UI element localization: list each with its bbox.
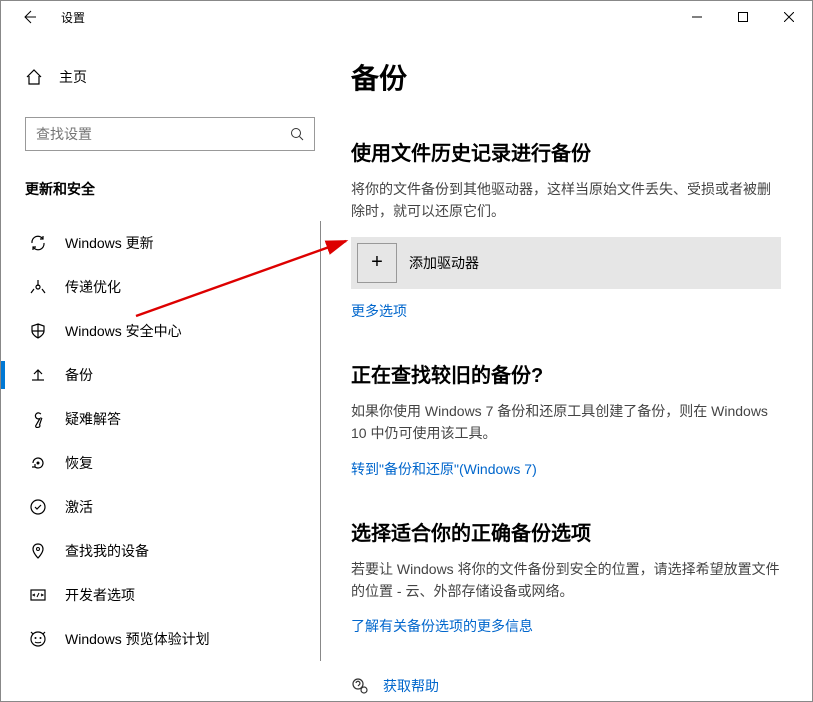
sidebar-item-label: 疑难解答	[65, 409, 121, 429]
sidebar-item-label: 开发者选项	[65, 585, 135, 605]
more-options-link[interactable]: 更多选项	[351, 301, 407, 321]
section-desc: 若要让 Windows 将你的文件备份到安全的位置，请选择希望放置文件的位置 -…	[351, 558, 782, 603]
sidebar-item-find-my-device[interactable]: 查找我的设备	[25, 529, 321, 573]
recovery-icon	[29, 454, 47, 472]
section-heading-older-backup: 正在查找较旧的备份?	[351, 359, 782, 388]
sidebar: 主页 更新和安全 Windows 更新	[1, 33, 321, 701]
sidebar-item-windows-security[interactable]: Windows 安全中心	[25, 309, 321, 353]
home-label: 主页	[59, 67, 87, 87]
sidebar-item-developer-options[interactable]: 开发者选项	[25, 573, 321, 617]
sidebar-item-label: 传递优化	[65, 277, 121, 297]
activation-icon	[29, 498, 47, 516]
window-title: 设置	[61, 9, 85, 26]
plus-icon: +	[357, 243, 397, 283]
sidebar-item-troubleshoot[interactable]: 疑难解答	[25, 397, 321, 441]
add-drive-button[interactable]: + 添加驱动器	[351, 237, 781, 289]
backup-restore-link[interactable]: 转到"备份和还原"(Windows 7)	[351, 459, 537, 479]
section-heading-backup-options: 选择适合你的正确备份选项	[351, 517, 782, 546]
developer-icon	[29, 586, 47, 604]
back-button[interactable]	[9, 1, 49, 33]
sidebar-item-label: 激活	[65, 497, 93, 517]
insider-icon	[29, 630, 47, 648]
learn-more-link[interactable]: 了解有关备份选项的更多信息	[351, 616, 533, 636]
sidebar-item-recovery[interactable]: 恢复	[25, 441, 321, 485]
sidebar-item-label: Windows 更新	[65, 233, 154, 253]
section-desc: 如果你使用 Windows 7 备份和还原工具创建了备份，则在 Windows …	[351, 400, 782, 445]
main-content: 备份 使用文件历史记录进行备份 将你的文件备份到其他驱动器，这样当原始文件丢失、…	[321, 33, 812, 701]
sidebar-item-label: 恢复	[65, 453, 93, 473]
home-icon	[25, 68, 43, 86]
sidebar-item-delivery-optimization[interactable]: 传递优化	[25, 265, 321, 309]
category-header: 更新和安全	[25, 179, 321, 199]
sidebar-item-label: Windows 安全中心	[65, 321, 182, 341]
sidebar-item-label: 查找我的设备	[65, 541, 149, 561]
sync-icon	[29, 234, 47, 252]
page-title: 备份	[351, 57, 782, 97]
sidebar-item-activation[interactable]: 激活	[25, 485, 321, 529]
maximize-button[interactable]	[720, 1, 766, 33]
help-icon	[351, 677, 369, 695]
delivery-icon	[29, 278, 47, 296]
shield-icon	[29, 322, 47, 340]
add-drive-label: 添加驱动器	[409, 253, 479, 273]
backup-icon	[29, 366, 47, 384]
sidebar-item-windows-update[interactable]: Windows 更新	[25, 221, 321, 265]
search-input[interactable]	[25, 117, 315, 151]
home-link[interactable]: 主页	[25, 57, 321, 97]
get-help-link[interactable]: 获取帮助	[383, 676, 439, 696]
location-icon	[29, 542, 47, 560]
close-button[interactable]	[766, 1, 812, 33]
sidebar-item-label: Windows 预览体验计划	[65, 629, 210, 649]
sidebar-item-backup[interactable]: 备份	[25, 353, 321, 397]
minimize-button[interactable]	[674, 1, 720, 33]
search-icon	[290, 127, 304, 141]
sidebar-item-label: 备份	[65, 365, 93, 385]
sidebar-item-windows-insider[interactable]: Windows 预览体验计划	[25, 617, 321, 661]
section-heading-file-history: 使用文件历史记录进行备份	[351, 137, 782, 166]
section-desc: 将你的文件备份到其他驱动器，这样当原始文件丢失、受损或者被删除时，就可以还原它们…	[351, 178, 782, 223]
wrench-icon	[29, 410, 47, 428]
